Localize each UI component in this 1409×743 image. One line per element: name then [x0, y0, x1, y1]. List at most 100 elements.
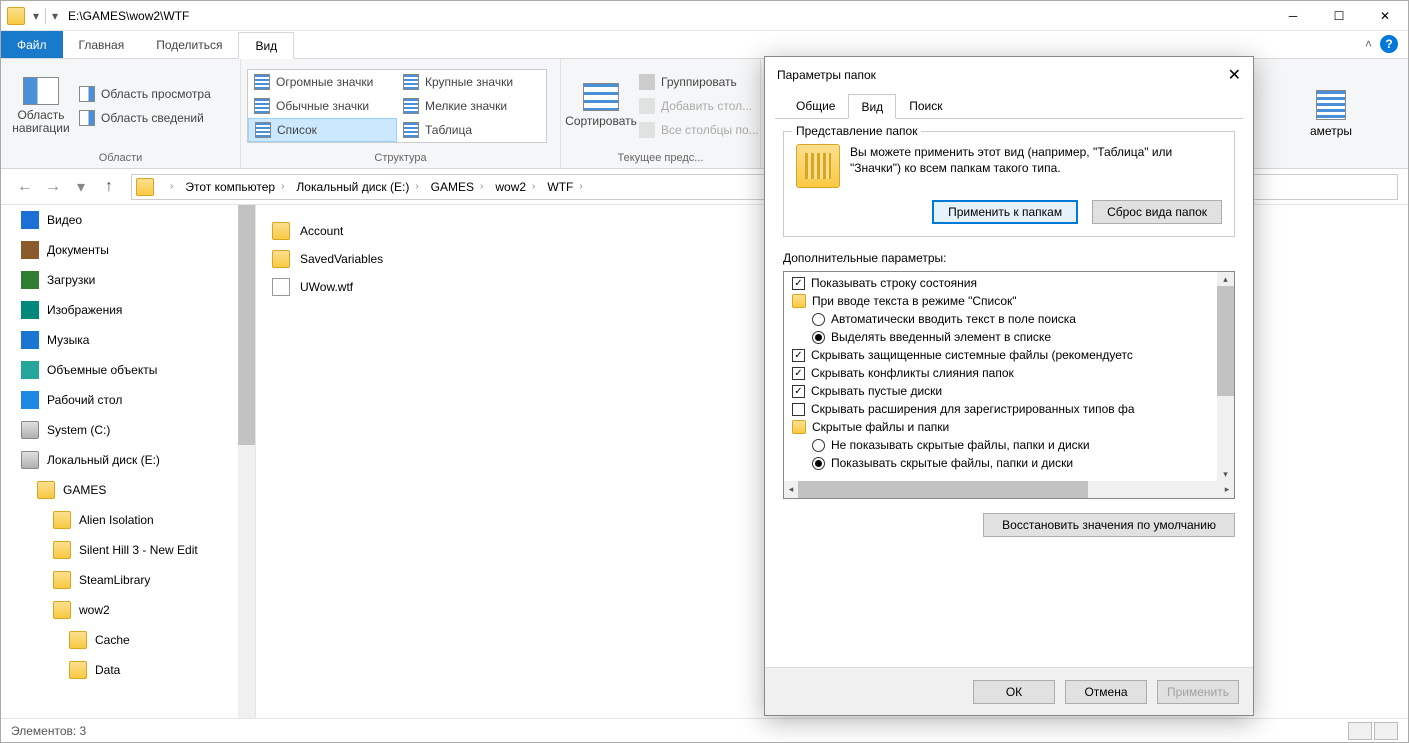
nav-pane-button[interactable]: Область навигации	[7, 61, 75, 150]
scroll-right-icon[interactable]: ▸	[1220, 481, 1234, 498]
adv-statusbar[interactable]: ✓Показывать строку состояния	[784, 274, 1234, 292]
layout-regular[interactable]: Обычные значки	[248, 94, 397, 118]
recent-dropdown[interactable]: ▾	[67, 173, 95, 201]
dlg-tab-view[interactable]: Вид	[848, 94, 896, 119]
scroll-up-icon[interactable]: ▴	[1217, 272, 1234, 286]
tree-documents[interactable]: Документы	[1, 235, 255, 265]
preview-pane-button[interactable]: Область просмотра	[75, 82, 215, 106]
qat-overflow[interactable]: ▾	[50, 9, 60, 23]
documents-icon	[21, 241, 39, 259]
adv-hscroll-thumb[interactable]	[798, 481, 1088, 498]
dlg-tab-general[interactable]: Общие	[783, 93, 848, 118]
radio-icon[interactable]	[812, 331, 825, 344]
tab-share[interactable]: Поделиться	[140, 31, 238, 58]
tree-wow2[interactable]: wow2	[1, 595, 255, 625]
reset-folders-button[interactable]: Сброс вида папок	[1092, 200, 1222, 224]
details-pane-button[interactable]: Область сведений	[75, 106, 215, 130]
tree-data[interactable]: Data	[1, 655, 255, 685]
tab-file[interactable]: Файл	[1, 31, 63, 58]
help-icon[interactable]: ?	[1380, 35, 1398, 53]
checkbox-icon[interactable]: ✓	[792, 277, 805, 290]
adv-selectinput[interactable]: Выделять введенный элемент в списке	[784, 328, 1234, 346]
tree-videos[interactable]: Видео	[1, 205, 255, 235]
adv-hidemerge[interactable]: ✓Скрывать конфликты слияния папок	[784, 364, 1234, 382]
dialog-titlebar[interactable]: Параметры папок ✕	[765, 57, 1253, 93]
crumb-wtf[interactable]: WTF›	[541, 180, 588, 194]
layout-list[interactable]: Список	[248, 118, 397, 142]
nav-tree[interactable]: Видео Документы Загрузки Изображения Муз…	[1, 205, 256, 736]
advanced-settings-list[interactable]: ✓Показывать строку состояния При вводе т…	[783, 271, 1235, 499]
collapse-ribbon-icon[interactable]: ˄	[1365, 37, 1372, 51]
tree-steam[interactable]: SteamLibrary	[1, 565, 255, 595]
minimize-button[interactable]: ─	[1270, 1, 1316, 31]
checkbox-icon[interactable]: ✓	[792, 349, 805, 362]
layout-large[interactable]: Крупные значки	[397, 70, 546, 94]
drive-icon	[21, 451, 39, 469]
adv-autotype[interactable]: Автоматически вводить текст в поле поиск…	[784, 310, 1234, 328]
crumb-root[interactable]: ›	[158, 181, 179, 192]
tree-downloads[interactable]: Загрузки	[1, 265, 255, 295]
scroll-down-icon[interactable]: ▾	[1217, 467, 1234, 481]
checkbox-icon[interactable]: ✓	[792, 367, 805, 380]
sort-button[interactable]: Сортировать	[567, 61, 635, 150]
tree-3dobjects[interactable]: Объемные объекты	[1, 355, 255, 385]
tree-local-e[interactable]: Локальный диск (E:)	[1, 445, 255, 475]
crumb-pc[interactable]: Этот компьютер›	[179, 180, 290, 194]
crumb-drive[interactable]: Локальный диск (E:)›	[290, 180, 424, 194]
layout-small[interactable]: Мелкие значки	[397, 94, 546, 118]
tree-games[interactable]: GAMES	[1, 475, 255, 505]
tree-scroll-thumb[interactable]	[238, 205, 255, 445]
back-button[interactable]: ←	[11, 173, 39, 201]
adv-hidesys[interactable]: ✓Скрывать защищенные системные файлы (ре…	[784, 346, 1234, 364]
tab-view[interactable]: Вид	[238, 32, 294, 59]
radio-icon[interactable]	[812, 457, 825, 470]
adv-hideempty[interactable]: ✓Скрывать пустые диски	[784, 382, 1234, 400]
dialog-title: Параметры папок	[777, 68, 876, 82]
checkbox-icon[interactable]: ✓	[792, 385, 805, 398]
tree-desktop[interactable]: Рабочий стол	[1, 385, 255, 415]
adv-vscroll-thumb[interactable]	[1217, 286, 1234, 396]
radio-icon[interactable]	[812, 439, 825, 452]
tree-alien[interactable]: Alien Isolation	[1, 505, 255, 535]
checkbox-icon[interactable]	[792, 403, 805, 416]
dialog-close-button[interactable]: ✕	[1228, 65, 1241, 85]
folder-icon	[53, 511, 71, 529]
crumb-wow2[interactable]: wow2›	[489, 180, 541, 194]
tree-music[interactable]: Музыка	[1, 325, 255, 355]
tree-sh3[interactable]: Silent Hill 3 - New Edit	[1, 535, 255, 565]
drive-icon	[21, 421, 39, 439]
maximize-button[interactable]: ☐	[1316, 1, 1362, 31]
adv-hideext[interactable]: Скрывать расширения для зарегистрированн…	[784, 400, 1234, 418]
view-details-button[interactable]	[1348, 722, 1372, 740]
qat-dropdown[interactable]: ▾	[31, 9, 41, 23]
cancel-button[interactable]: Отмена	[1065, 680, 1147, 704]
options-label[interactable]: аметры	[1310, 124, 1352, 138]
tree-cache[interactable]: Cache	[1, 625, 255, 655]
groupby-button[interactable]: Группировать	[635, 70, 763, 94]
folder-icon	[7, 7, 25, 25]
tree-system-c[interactable]: System (C:)	[1, 415, 255, 445]
apply-to-folders-button[interactable]: Применить к папкам	[932, 200, 1078, 224]
ok-button[interactable]: ОК	[973, 680, 1055, 704]
layout-table[interactable]: Таблица	[397, 118, 546, 142]
restore-defaults-button[interactable]: Восстановить значения по умолчанию	[983, 513, 1235, 537]
crumb-games[interactable]: GAMES›	[425, 180, 490, 194]
radio-icon[interactable]	[812, 313, 825, 326]
dlg-tab-search[interactable]: Поиск	[896, 93, 955, 118]
view-icons-button[interactable]	[1374, 722, 1398, 740]
up-button[interactable]: ↑	[95, 173, 123, 201]
dialog-footer: ОК Отмена Применить	[765, 667, 1253, 715]
fitcols-button[interactable]: Все столбцы по...	[635, 118, 763, 142]
apply-button[interactable]: Применить	[1157, 680, 1239, 704]
tab-home[interactable]: Главная	[63, 31, 141, 58]
addcols-button[interactable]: Добавить стол...	[635, 94, 763, 118]
layout-huge[interactable]: Огромные значки	[248, 70, 397, 94]
tree-images[interactable]: Изображения	[1, 295, 255, 325]
layout-gallery[interactable]: Огромные значки Крупные значки Обычные з…	[247, 69, 547, 143]
adv-show[interactable]: Показывать скрытые файлы, папки и диски	[784, 454, 1234, 472]
forward-button[interactable]: →	[39, 173, 67, 201]
window-title: E:\GAMES\wow2\WTF	[60, 9, 1270, 23]
scroll-left-icon[interactable]: ◂	[784, 481, 798, 498]
close-button[interactable]: ✕	[1362, 1, 1408, 31]
adv-dontshow[interactable]: Не показывать скрытые файлы, папки и дис…	[784, 436, 1234, 454]
